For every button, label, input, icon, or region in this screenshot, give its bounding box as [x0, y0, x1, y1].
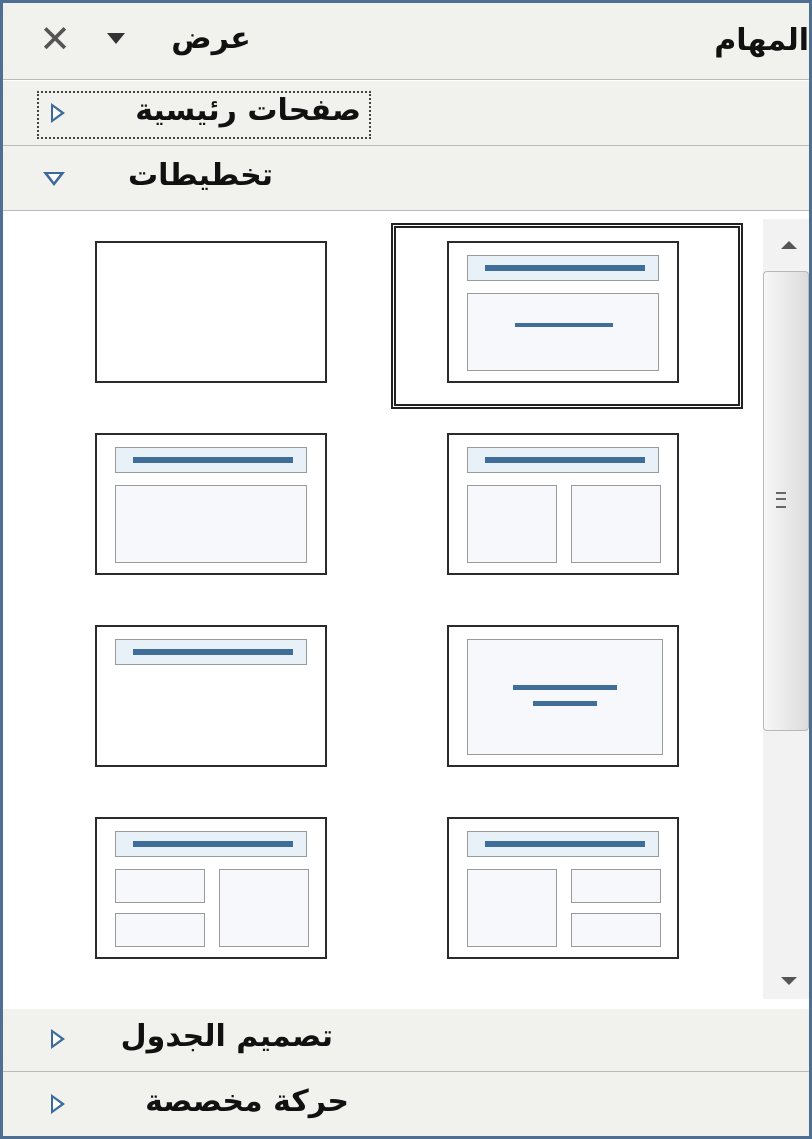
layout-title-two-content-content[interactable] — [447, 817, 679, 959]
section-table-design[interactable]: تصميم الجدول — [3, 1009, 809, 1072]
slide-thumbnail — [447, 433, 679, 575]
layout-blank[interactable] — [95, 241, 327, 383]
slide-thumbnail — [95, 433, 327, 575]
slide-thumbnail — [95, 241, 327, 383]
expand-arrow-icon — [51, 1029, 65, 1049]
slide-thumbnail — [447, 625, 679, 767]
section-master-pages[interactable]: صفحات رئيسية — [3, 81, 809, 146]
slide-thumbnail — [447, 817, 679, 959]
panel-title: المهام — [714, 23, 809, 58]
collapse-arrow-icon — [43, 172, 65, 186]
chevron-down-icon[interactable] — [107, 33, 125, 44]
expand-arrow-icon — [51, 103, 65, 123]
slide-thumbnail — [447, 241, 679, 383]
close-icon[interactable]: ✕ — [35, 19, 75, 59]
tasks-panel: ✕ عرض المهام صفحات رئيسية تخطيطات تصميم … — [0, 0, 812, 1139]
layout-title-only[interactable] — [95, 625, 327, 767]
grip-icon — [776, 492, 786, 508]
layout-centered-text[interactable] — [447, 625, 679, 767]
slide-thumbnail — [95, 817, 327, 959]
scroll-up-icon[interactable] — [781, 241, 797, 249]
panel-header: ✕ عرض المهام — [3, 3, 809, 80]
scroll-thumb[interactable] — [763, 271, 809, 731]
section-label: صفحات رئيسية — [135, 93, 361, 128]
slide-thumbnail — [95, 625, 327, 767]
view-menu-button[interactable]: عرض — [151, 17, 271, 61]
section-label: تصميم الجدول — [120, 1019, 333, 1054]
expand-arrow-icon — [51, 1094, 65, 1114]
section-layouts[interactable]: تخطيطات — [3, 146, 809, 211]
section-label: حركة مخصصة — [145, 1084, 349, 1119]
section-label: تخطيطات — [128, 158, 273, 193]
layout-title-content[interactable] — [447, 241, 679, 383]
layouts-gallery — [3, 211, 809, 1008]
vertical-scrollbar[interactable] — [763, 219, 809, 999]
section-custom-animation[interactable]: حركة مخصصة — [3, 1072, 809, 1136]
scroll-down-icon[interactable] — [781, 977, 797, 985]
layout-title-content-two-content[interactable] — [95, 817, 327, 959]
layout-title-two-content[interactable] — [447, 433, 679, 575]
layout-title-content-2[interactable] — [95, 433, 327, 575]
